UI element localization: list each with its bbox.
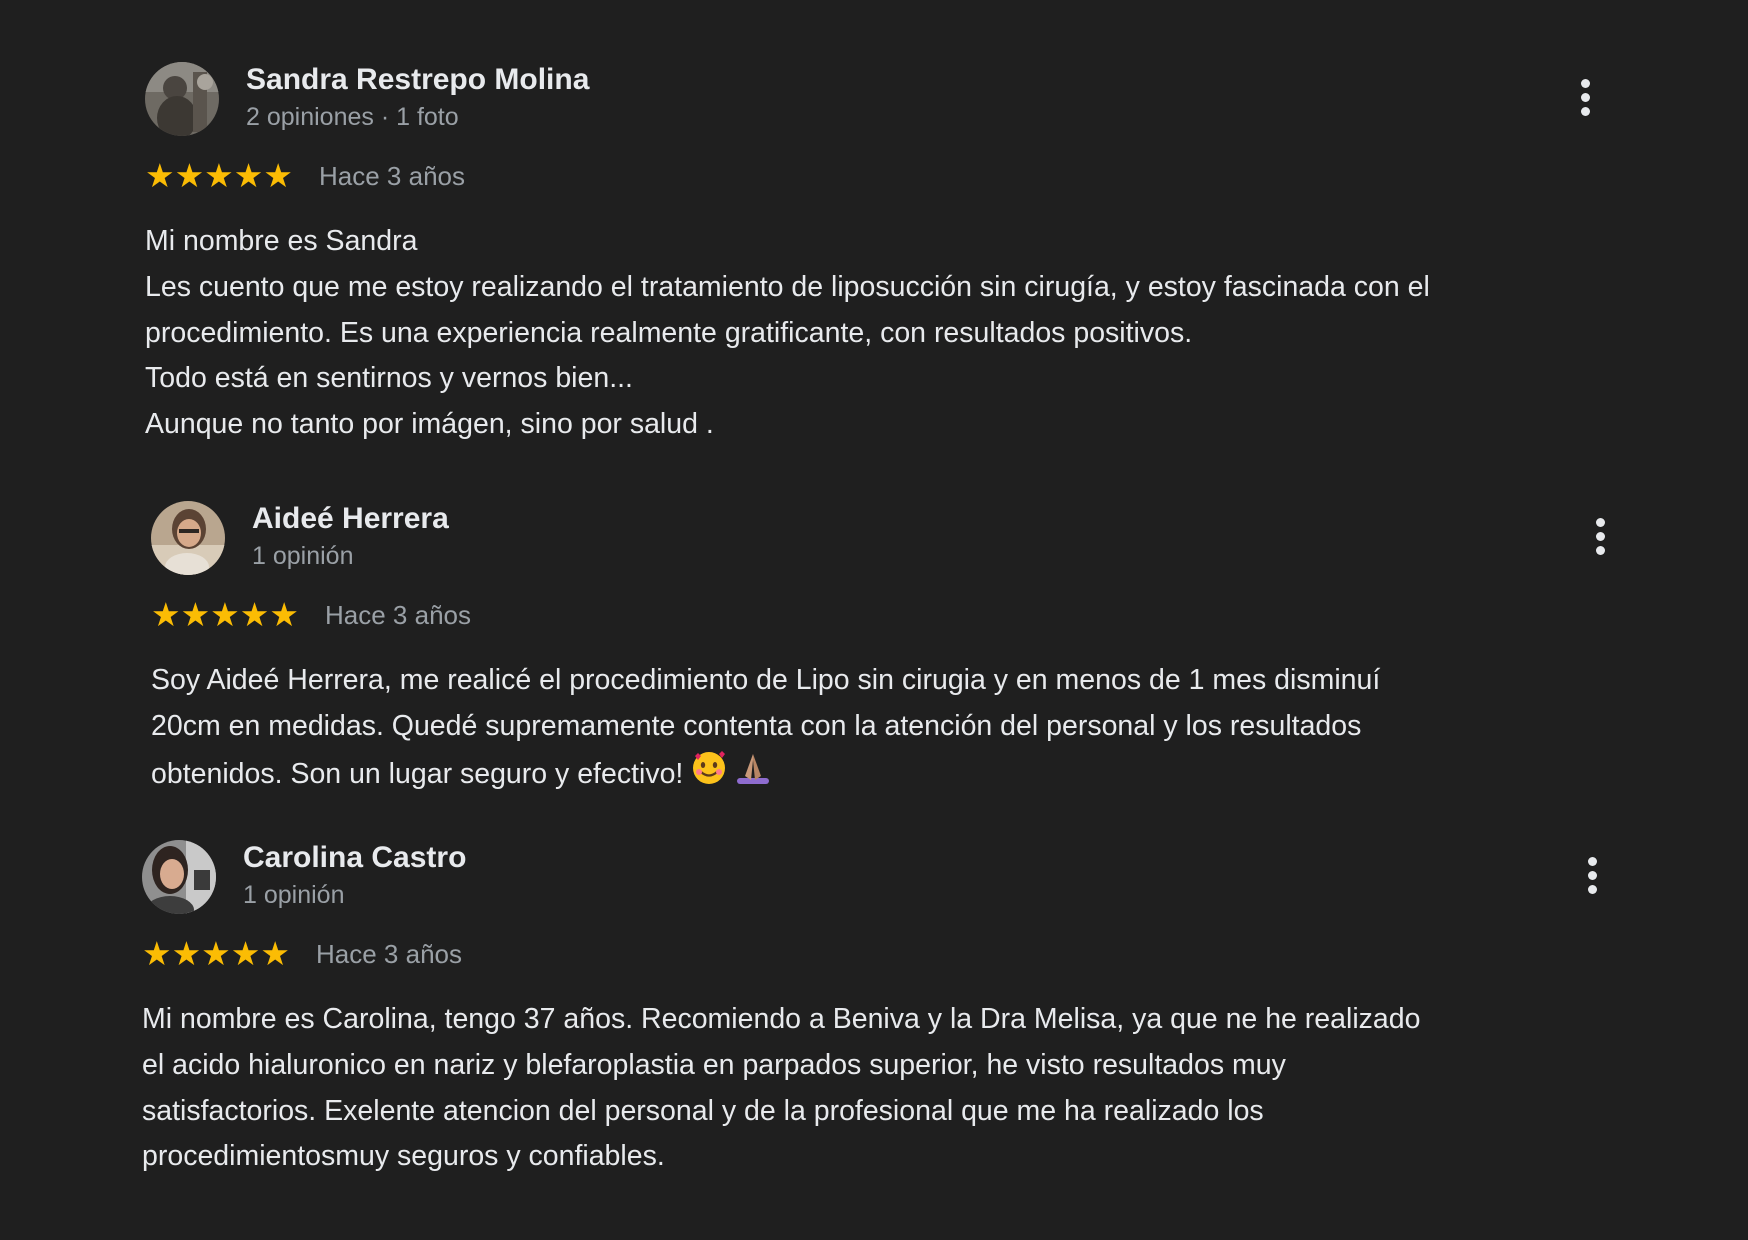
review-line: procedimiento. Es una experiencia realme…	[145, 316, 1193, 349]
review-line: 20cm en medidas. Quedé supremamente cont…	[151, 709, 1362, 742]
more-options-button[interactable]	[1574, 76, 1598, 120]
rating-row: ★★★★★ Hace 3 años	[142, 935, 1622, 975]
reviewer-meta: 2 opiniones · 1 foto	[246, 103, 459, 131]
more-vert-icon	[1581, 79, 1590, 88]
reviewer-name[interactable]: Aideé Herrera	[252, 502, 449, 536]
more-vert-icon-dot	[1588, 885, 1597, 894]
review-text: Mi nombre es Carolina, tengo 37 años. Re…	[142, 997, 1622, 1180]
folded-hands-icon	[735, 750, 771, 801]
smiling-face-with-hearts-icon	[691, 750, 727, 801]
review-line: Mi nombre es Sandra	[145, 225, 418, 257]
more-options-button[interactable]	[1589, 515, 1613, 559]
star-rating: ★★★★★	[151, 596, 299, 633]
review-date: Hace 3 años	[319, 161, 465, 191]
review-header: Carolina Castro 1 opinión	[142, 840, 1622, 915]
reviewer-meta: 1 opinión	[252, 542, 354, 570]
review-line: Soy Aideé Herrera, me realicé el procedi…	[151, 664, 1381, 696]
more-vert-icon-dot	[1581, 107, 1590, 116]
review-line: procedimientosmuy seguros y confiables.	[142, 1140, 665, 1173]
reviewer-meta: 1 opinión	[243, 881, 345, 909]
review-line: Aunque no tanto por imágen, sino por sal…	[145, 408, 714, 441]
review-text: Soy Aideé Herrera, me realicé el procedi…	[151, 658, 1631, 800]
star-rating: ★★★★★	[142, 935, 290, 972]
avatar-photo	[151, 501, 225, 575]
review-card: Sandra Restrepo Molina 2 opiniones · 1 f…	[145, 62, 1625, 448]
avatar[interactable]	[151, 501, 225, 575]
review-header: Sandra Restrepo Molina 2 opiniones · 1 f…	[145, 62, 1625, 137]
review-line: Todo está en sentirnos y vernos bien...	[145, 362, 633, 395]
rating-row: ★★★★★ Hace 3 años	[145, 157, 1625, 197]
review-line: satisfactorios. Exelente atencion del pe…	[142, 1094, 1264, 1127]
reviewer-name[interactable]: Carolina Castro	[243, 841, 466, 875]
review-date: Hace 3 años	[316, 939, 462, 969]
review-header: Aideé Herrera 1 opinión	[151, 501, 1631, 576]
avatar[interactable]	[142, 840, 216, 914]
more-vert-icon-dot	[1596, 546, 1605, 555]
review-line: Les cuento que me estoy realizando el tr…	[145, 270, 1430, 303]
review-text: Mi nombre es Sandra Les cuento que me es…	[145, 219, 1625, 448]
reviewer-name[interactable]: Sandra Restrepo Molina	[246, 63, 589, 97]
more-vert-icon	[1588, 857, 1597, 866]
more-options-button[interactable]	[1581, 854, 1605, 898]
more-vert-icon-dot	[1588, 871, 1597, 880]
review-line: Mi nombre es Carolina, tengo 37 años. Re…	[142, 1003, 1421, 1035]
review-card: Carolina Castro 1 opinión ★★★★★ Hace 3 a…	[142, 840, 1622, 1180]
avatar-photo	[142, 840, 216, 914]
avatar-photo	[145, 62, 219, 136]
more-vert-icon-dot	[1581, 93, 1590, 102]
review-line-with-emoji: obtenidos. Son un lugar seguro y efectiv…	[151, 750, 1631, 801]
rating-row: ★★★★★ Hace 3 años	[151, 596, 1631, 636]
star-rating: ★★★★★	[145, 157, 293, 194]
review-line: el acido hialuronico en nariz y blefarop…	[142, 1048, 1286, 1081]
avatar[interactable]	[145, 62, 219, 136]
more-vert-icon-dot	[1596, 532, 1605, 541]
more-vert-icon	[1596, 518, 1605, 527]
review-card: Aideé Herrera 1 opinión ★★★★★ Hace 3 año…	[151, 501, 1631, 800]
review-line: obtenidos. Son un lugar seguro y efectiv…	[151, 757, 684, 790]
review-date: Hace 3 años	[325, 600, 471, 630]
